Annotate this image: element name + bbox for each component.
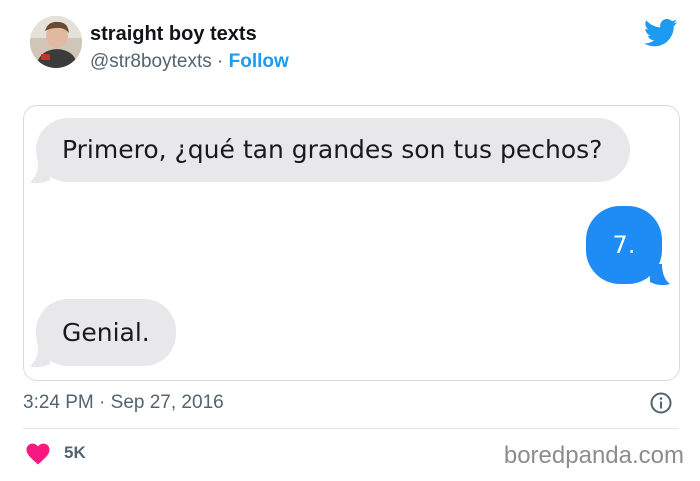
message-text: Genial. bbox=[36, 299, 176, 366]
message-bubble-sent: 7. bbox=[586, 206, 670, 286]
avatar-image bbox=[30, 16, 82, 68]
like-count[interactable]: 5K bbox=[64, 443, 86, 463]
twitter-bird-icon[interactable] bbox=[644, 18, 678, 48]
meta-separator: · bbox=[93, 392, 111, 413]
avatar[interactable] bbox=[30, 16, 82, 68]
tweet-date: Sep 27, 2016 bbox=[110, 392, 224, 413]
follow-button[interactable]: Follow bbox=[229, 51, 289, 72]
message-text: Primero, ¿qué tan grandes son tus pechos… bbox=[36, 118, 631, 182]
author-name[interactable]: straight boy texts bbox=[90, 23, 257, 46]
info-icon[interactable] bbox=[650, 392, 672, 414]
heart-icon[interactable] bbox=[26, 443, 50, 465]
message-text: 7. bbox=[586, 206, 662, 284]
message-bubble-received: Primero, ¿qué tan grandes son tus pechos… bbox=[30, 118, 631, 184]
message-screenshot[interactable]: Primero, ¿qué tan grandes son tus pechos… bbox=[23, 105, 680, 381]
divider bbox=[23, 428, 678, 429]
tweet-time: 3:24 PM bbox=[23, 392, 94, 413]
author-line: @str8boytexts · Follow bbox=[90, 51, 289, 73]
handle-separator: · bbox=[211, 51, 229, 72]
tweet-timestamp[interactable]: 3:24 PM · Sep 27, 2016 bbox=[23, 392, 224, 414]
message-bubble-received: Genial. bbox=[30, 299, 176, 368]
watermark: boredpanda.com bbox=[503, 442, 684, 469]
author-handle[interactable]: @str8boytexts bbox=[90, 51, 212, 72]
